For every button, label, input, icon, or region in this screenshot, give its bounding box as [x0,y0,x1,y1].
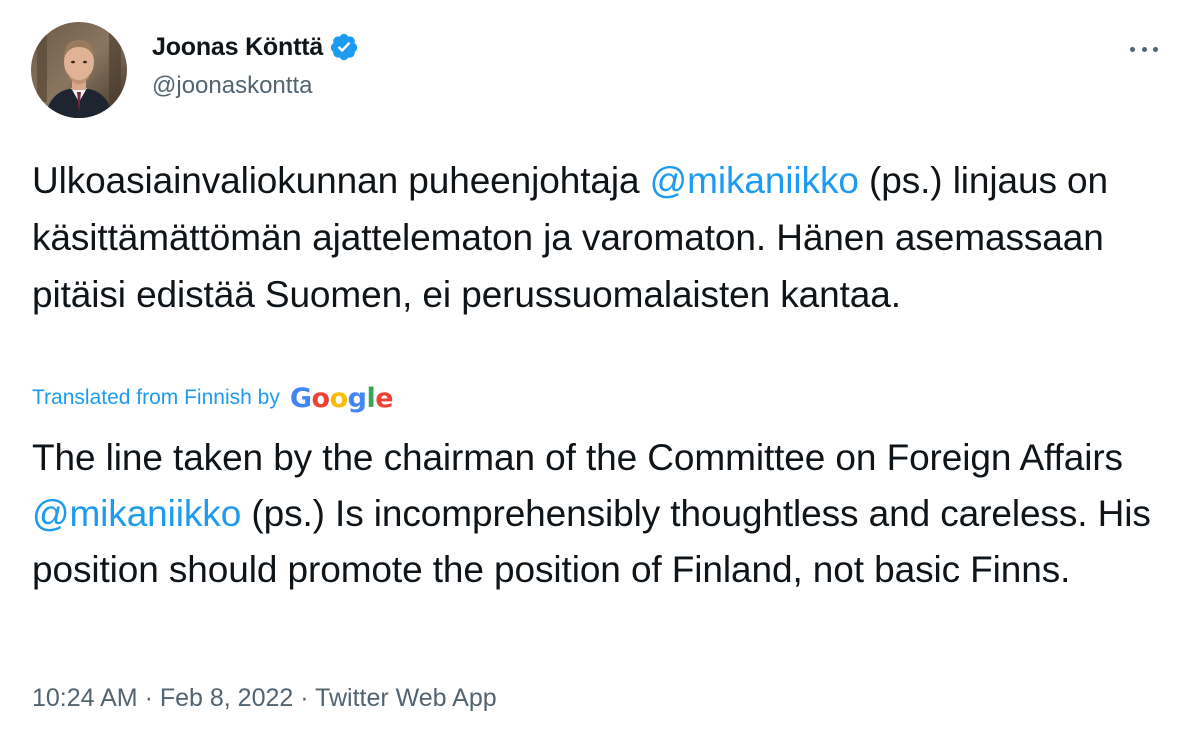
tweet-time[interactable]: 10:24 AM [32,684,138,712]
avatar[interactable] [31,22,127,118]
tweet-date[interactable]: Feb 8, 2022 [160,684,293,712]
translation-label[interactable]: Translated from Finnish by [32,386,280,410]
translation-attribution[interactable]: Translated from Finnish by Google [32,378,394,418]
translated-text: The line taken by the chairman of the Co… [32,430,1182,598]
verified-badge-icon [329,32,359,62]
translated-text-part: The line taken by the chairman of the Co… [32,437,1123,478]
tweet-text-part: Ulkoasiainvaliokunnan puheenjohtaja [32,160,650,201]
tweet-text: Ulkoasiainvaliokunnan puheenjohtaja @mik… [32,152,1172,323]
meta-separator: · [293,684,316,712]
author-handle[interactable]: @joonaskontta [152,72,312,100]
google-logo: Google [289,382,394,414]
mention-link[interactable]: @mikaniikko [650,160,859,201]
tweet-meta: 10:24 AM · Feb 8, 2022 · Twitter Web App [32,684,497,713]
avatar-image [31,22,127,118]
author-header: Joonas Könttä [152,30,359,64]
mention-link[interactable]: @mikaniikko [32,493,241,534]
more-options-icon[interactable] [1124,34,1164,64]
tweet-source[interactable]: Twitter Web App [315,684,497,712]
meta-separator: · [137,684,160,712]
author-name[interactable]: Joonas Könttä [152,33,323,62]
tweet: Joonas Könttä @joonaskontta Ulkoasiainva… [0,0,1200,746]
